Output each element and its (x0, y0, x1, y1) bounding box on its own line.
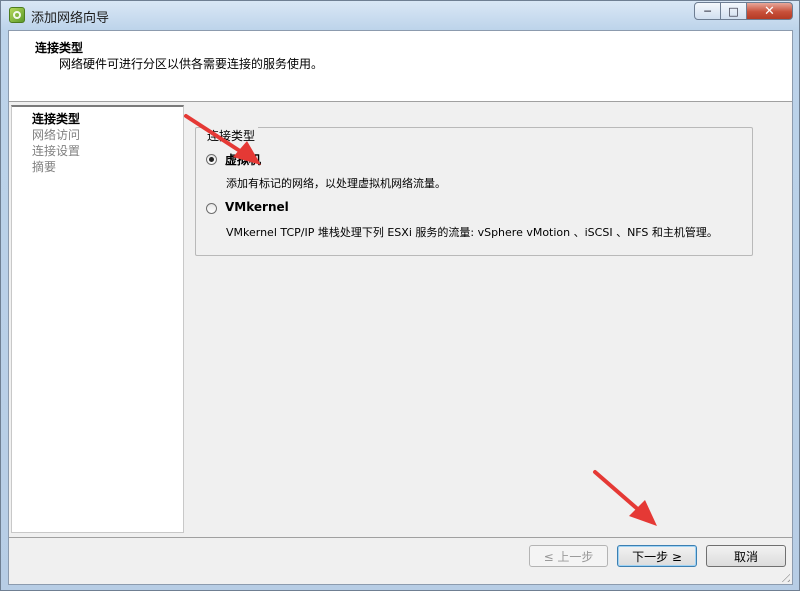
wizard-client-area: 连接类型 网络硬件可进行分区以供各需要连接的服务使用。 连接类型 网络访问 连接… (8, 30, 793, 585)
page-title: 连接类型 (35, 41, 84, 55)
close-button[interactable]: ✕ (747, 2, 793, 20)
window-controls: ─ □ ✕ (694, 2, 793, 22)
network-wizard-icon (9, 7, 25, 23)
connection-type-group: 连接类型 虚拟机 添加有标记的网络，以处理虚拟机网络流量。 VMkernel V… (195, 127, 753, 256)
footer-divider (9, 537, 792, 538)
option-vmkernel-label[interactable]: VMkernel (225, 200, 289, 214)
maximize-icon: □ (728, 4, 739, 18)
connection-type-content: 连接类型 虚拟机 添加有标记的网络，以处理虚拟机网络流量。 VMkernel V… (195, 121, 755, 256)
step-connection-type: 连接类型 (32, 112, 81, 126)
title-bar[interactable]: 添加网络向导 ─ □ ✕ (1, 1, 799, 29)
annotation-arrow-top (184, 114, 261, 165)
close-icon: ✕ (764, 3, 775, 19)
resize-grip-icon[interactable] (778, 570, 790, 582)
back-button[interactable]: ≤ 上一步 (529, 545, 608, 567)
step-summary: 摘要 (32, 160, 57, 174)
maximize-button[interactable]: □ (721, 2, 747, 20)
wizard-header: 连接类型 网络硬件可进行分区以供各需要连接的服务使用。 (9, 31, 792, 102)
next-button[interactable]: 下一步 ≥ (617, 545, 697, 567)
minimize-button[interactable]: ─ (694, 2, 721, 20)
radio-vmkernel[interactable] (206, 203, 217, 214)
annotation-arrow-bottom (593, 470, 657, 526)
wizard-window: 添加网络向导 ─ □ ✕ 连接类型 网络硬件可进行分区以供各需要连接的服务使用。… (0, 0, 800, 591)
option-vmkernel-description: VMkernel TCP/IP 堆栈处理下列 ESXi 服务的流量: vSphe… (226, 226, 718, 239)
step-connection-settings: 连接设置 (32, 144, 81, 158)
wizard-steps-panel: 连接类型 网络访问 连接设置 摘要 (11, 105, 184, 533)
minimize-icon: ─ (704, 4, 711, 18)
step-network-access: 网络访问 (32, 128, 81, 142)
cancel-button[interactable]: 取消 (706, 545, 786, 567)
option-virtual-machine-description: 添加有标记的网络，以处理虚拟机网络流量。 (226, 177, 446, 190)
page-subtitle: 网络硬件可进行分区以供各需要连接的服务使用。 (59, 57, 324, 71)
window-title: 添加网络向导 (31, 11, 110, 26)
